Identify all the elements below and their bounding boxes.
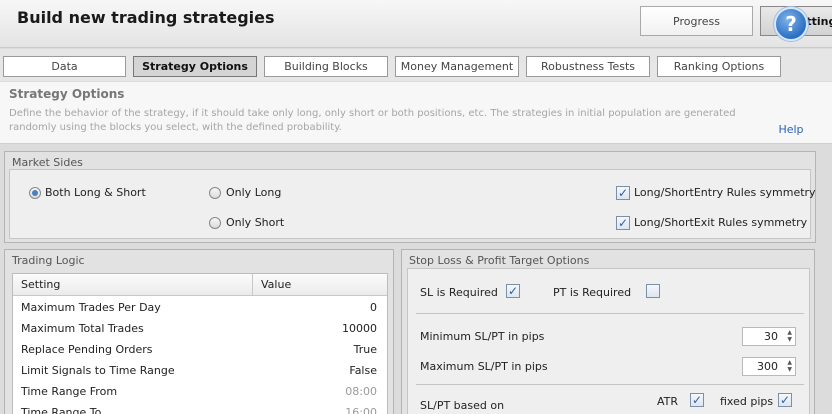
radio-both-long-short-label: Both Long & Short — [45, 186, 146, 199]
sl-pt-based-on-label: SL/PT based on — [420, 399, 505, 412]
setting-value[interactable]: 0 — [370, 301, 377, 314]
setting-name: Replace Pending Orders — [21, 343, 153, 356]
help-link[interactable]: Help — [775, 123, 807, 136]
table-row[interactable]: Maximum Trades Per Day 0 — [13, 297, 387, 318]
tab-strategy-options[interactable]: Strategy Options — [133, 56, 257, 77]
section-title: Strategy Options — [9, 87, 125, 101]
setting-value[interactable]: 10000 — [342, 322, 377, 335]
spinner-arrows-icon[interactable]: ▲ ▼ — [787, 329, 792, 343]
table-row[interactable]: Maximum Total Trades 10000 — [13, 318, 387, 339]
setting-name: Maximum Total Trades — [21, 322, 144, 335]
atr-label: ATR — [657, 395, 679, 408]
tab-bar: Data Strategy Options Building Blocks Mo… — [0, 49, 832, 81]
description-panel: Strategy Options Define the behavior of … — [0, 82, 832, 144]
setting-name: Time Range To — [21, 406, 102, 414]
section-description: Define the behavior of the strategy, if … — [9, 108, 736, 133]
radio-only-long-label: Only Long — [226, 186, 282, 199]
min-sl-pt-value: 30 — [764, 330, 778, 343]
column-header-value[interactable]: Value — [253, 274, 387, 296]
radio-only-long[interactable] — [209, 187, 221, 199]
table-row[interactable]: Time Range To 16:00 — [13, 402, 387, 414]
min-sl-pt-stepper[interactable]: 30 ▲ ▼ — [742, 327, 796, 346]
setting-name: Time Range From — [21, 385, 118, 398]
setting-value[interactable]: True — [354, 343, 377, 356]
sl-required-checkbox[interactable]: ✓ — [506, 284, 520, 298]
max-sl-pt-stepper[interactable]: 300 ▲ ▼ — [742, 357, 796, 376]
help-icon[interactable]: ? — [774, 7, 808, 41]
divider — [416, 384, 804, 385]
entry-symmetry-label: Long/ShortEntry Rules symmetry — [634, 186, 816, 199]
sl-pt-panel: SL is Required ✓ PT is Required Minimum … — [407, 268, 810, 414]
trading-logic-title: Trading Logic — [12, 254, 85, 267]
table-row[interactable]: Limit Signals to Time Range False — [13, 360, 387, 381]
column-header-setting[interactable]: Setting — [13, 274, 253, 296]
pt-required-checkbox[interactable] — [646, 284, 660, 298]
atr-checkbox[interactable]: ✓ — [690, 393, 704, 407]
max-sl-pt-value: 300 — [757, 360, 778, 373]
divider — [416, 313, 804, 314]
progress-button[interactable]: Progress — [640, 6, 753, 36]
tab-ranking-options[interactable]: Ranking Options — [657, 56, 781, 77]
pt-required-label: PT is Required — [553, 286, 632, 299]
tab-building-blocks[interactable]: Building Blocks — [264, 56, 388, 77]
setting-name: Limit Signals to Time Range — [21, 364, 175, 377]
setting-name: Maximum Trades Per Day — [21, 301, 161, 314]
tab-robustness-tests[interactable]: Robustness Tests — [526, 56, 650, 77]
setting-value[interactable]: 08:00 — [345, 385, 377, 398]
trading-logic-table: Setting Value Maximum Trades Per Day 0 M… — [12, 273, 388, 414]
exit-symmetry-label: Long/ShortExit Rules symmetry — [634, 216, 808, 229]
max-sl-pt-label: Maximum SL/PT in pips — [420, 360, 548, 373]
window-header: Build new trading strategies Progress Se… — [0, 0, 832, 48]
radio-only-short-label: Only Short — [226, 216, 285, 229]
fixed-pips-checkbox[interactable]: ✓ — [778, 393, 792, 407]
tab-money-management[interactable]: Money Management — [395, 56, 519, 77]
tab-data[interactable]: Data — [3, 56, 126, 77]
market-sides-group: Market Sides Both Long & Short Only Long… — [4, 151, 816, 243]
window-title: Build new trading strategies — [17, 8, 275, 27]
fixed-pips-label: fixed pips — [720, 395, 774, 408]
exit-symmetry-checkbox[interactable]: ✓ — [616, 216, 630, 230]
setting-value[interactable]: False — [349, 364, 377, 377]
table-row[interactable]: Replace Pending Orders True — [13, 339, 387, 360]
trading-logic-group: Trading Logic Setting Value Maximum Trad… — [4, 249, 394, 414]
radio-both-long-short[interactable] — [29, 187, 41, 199]
min-sl-pt-label: Minimum SL/PT in pips — [420, 330, 545, 343]
sl-pt-title: Stop Loss & Profit Target Options — [409, 254, 590, 267]
market-sides-title: Market Sides — [12, 156, 83, 169]
sl-pt-group: Stop Loss & Profit Target Options SL is … — [401, 249, 815, 414]
market-sides-panel: Both Long & Short Only Long Only Short ✓… — [9, 169, 816, 239]
sl-required-label: SL is Required — [420, 286, 498, 299]
table-row[interactable]: Time Range From 08:00 — [13, 381, 387, 402]
setting-value[interactable]: 16:00 — [345, 406, 377, 414]
spinner-arrows-icon[interactable]: ▲ ▼ — [787, 359, 792, 373]
entry-symmetry-checkbox[interactable]: ✓ — [616, 186, 630, 200]
radio-only-short[interactable] — [209, 217, 221, 229]
